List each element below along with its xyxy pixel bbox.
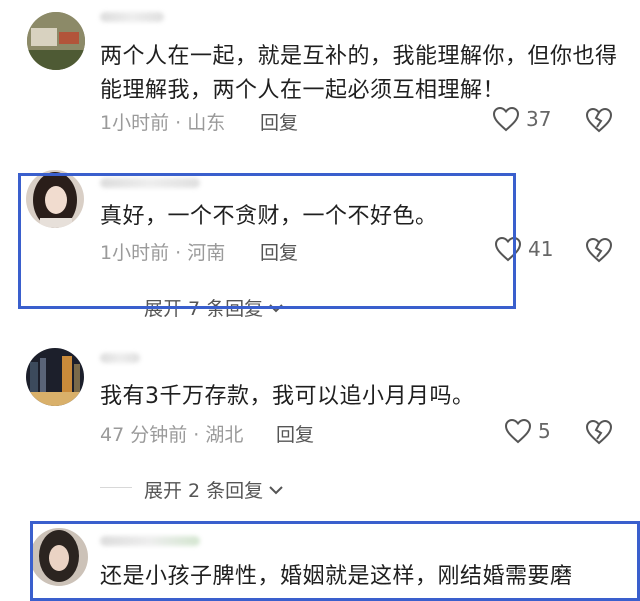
- avatar-image: [27, 12, 85, 70]
- like-count: 5: [538, 419, 551, 443]
- like-button[interactable]: 5: [504, 418, 551, 444]
- broken-heart-icon[interactable]: [585, 107, 613, 133]
- reply-button[interactable]: 回复: [260, 108, 298, 135]
- comment-meta: 1小时前 · 山东: [100, 112, 226, 134]
- comment-text: 我有3千万存款，我可以追小月月吗。: [100, 384, 475, 409]
- avatar-image: [26, 348, 84, 406]
- broken-heart-icon[interactable]: [585, 237, 613, 263]
- broken-heart-icon[interactable]: [585, 419, 613, 445]
- username[interactable]: [100, 12, 164, 22]
- expand-replies-label: 展开 2 条回复: [144, 480, 264, 502]
- like-count: 41: [528, 237, 554, 261]
- like-button[interactable]: 37: [492, 106, 551, 132]
- chevron-down-icon: [269, 485, 283, 494]
- comment-text: 两个人在一起，就是互补的，我能理解你，但你也得能理解我，两个人在一起必须互相理解…: [100, 44, 618, 103]
- avatar[interactable]: [26, 348, 84, 406]
- like-count: 37: [526, 107, 552, 131]
- username[interactable]: [100, 353, 140, 363]
- heart-icon: [504, 418, 532, 444]
- divider: [100, 487, 132, 488]
- highlight-box: [30, 521, 640, 601]
- heart-icon: [492, 106, 520, 132]
- avatar[interactable]: [27, 12, 85, 70]
- reply-button[interactable]: 回复: [276, 420, 314, 447]
- comment-meta: 47 分钟前 · 湖北: [100, 424, 244, 446]
- highlight-box: [18, 173, 516, 309]
- expand-replies-button[interactable]: 展开 2 条回复: [144, 476, 285, 503]
